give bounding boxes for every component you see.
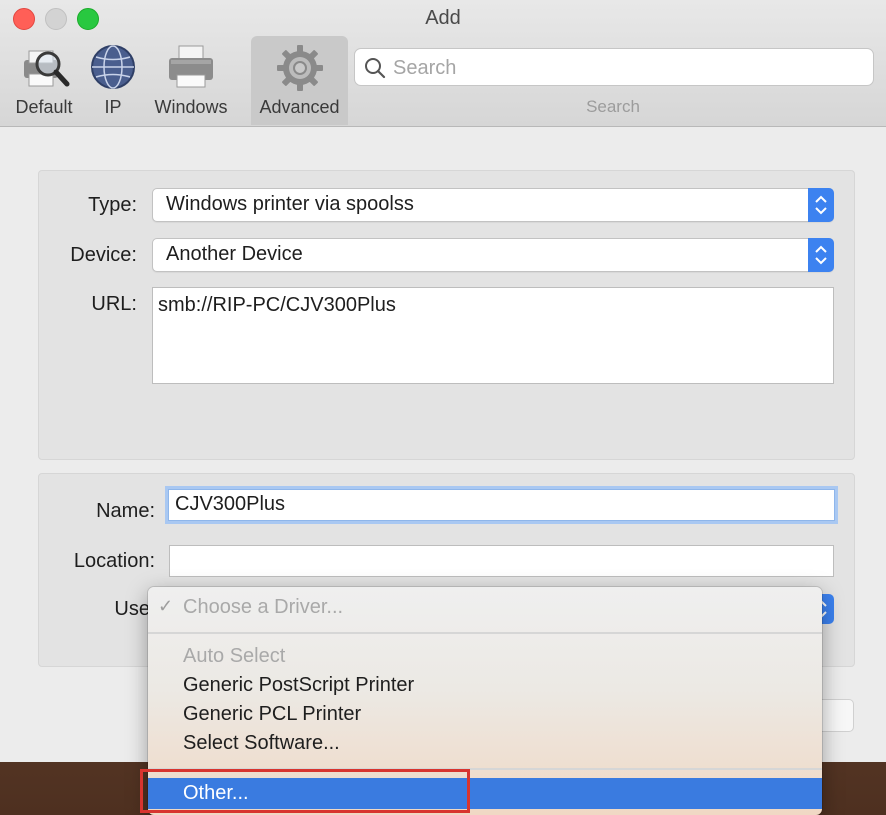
type-popup-arrows [808, 188, 834, 222]
name-label: Name: [96, 500, 155, 522]
menu-item-auto-select[interactable]: Auto Select [148, 642, 822, 671]
search-input[interactable] [391, 53, 865, 83]
search-icon [365, 58, 386, 79]
device-value: Another Device [166, 243, 303, 265]
use-label: Use [114, 598, 150, 620]
search-caption: Search [586, 97, 640, 116]
toolbar-windows[interactable]: Windows [146, 36, 236, 125]
type-label: Type: [88, 194, 137, 216]
menu-separator [148, 632, 822, 634]
windows-printer-icon [165, 42, 217, 97]
up-down-chevron-icon [815, 245, 827, 265]
toolbar-default-label: Default [15, 97, 73, 117]
search-field[interactable] [354, 48, 874, 86]
url-textarea[interactable]: smb://RIP-PC/CJV300Plus [152, 287, 834, 384]
menu-item-label: Choose a Driver... [183, 596, 344, 618]
gear-icon [274, 42, 326, 99]
device-label: Device: [70, 244, 137, 266]
window-title: Add [425, 7, 461, 29]
toolbar-advanced-label: Advanced [259, 97, 340, 117]
menu-item-label: Auto Select [183, 645, 286, 667]
device-popup-arrows [808, 238, 834, 272]
menu-item-generic-postscript[interactable]: Generic PostScript Printer [148, 671, 822, 700]
name-field[interactable]: CJV300Plus [168, 489, 835, 521]
menu-item-generic-pcl[interactable]: Generic PCL Printer [148, 700, 822, 729]
titlebar: Add Default IP Windows Advanced Search S… [0, 0, 886, 127]
name-value: CJV300Plus [175, 493, 286, 515]
type-popup[interactable]: Windows printer via spoolss [152, 188, 834, 222]
toolbar-ip[interactable]: IP [84, 36, 142, 125]
url-label: URL: [91, 293, 137, 315]
menu-item-label: Select Software... [183, 732, 340, 754]
toolbar-advanced[interactable]: Advanced [251, 36, 348, 125]
up-down-chevron-icon [815, 195, 827, 215]
menu-item-choose-driver[interactable]: ✓ Choose a Driver... [148, 593, 822, 622]
location-label: Location: [73, 550, 155, 572]
default-printer-icon [18, 42, 70, 99]
checkmark-icon: ✓ [158, 596, 174, 616]
toolbar-default[interactable]: Default [8, 36, 80, 125]
menu-item-label: Generic PostScript Printer [183, 674, 415, 696]
url-value: smb://RIP-PC/CJV300Plus [158, 294, 396, 316]
globe-icon [88, 42, 138, 97]
toolbar-ip-label: IP [104, 97, 122, 117]
annotation-highlight-box [140, 769, 470, 813]
location-field[interactable] [169, 545, 834, 577]
menu-item-label: Generic PCL Printer [183, 703, 362, 725]
toolbar-windows-label: Windows [154, 97, 228, 117]
type-value: Windows printer via spoolss [166, 193, 414, 215]
device-popup[interactable]: Another Device [152, 238, 834, 272]
menu-item-select-software[interactable]: Select Software... [148, 729, 822, 758]
